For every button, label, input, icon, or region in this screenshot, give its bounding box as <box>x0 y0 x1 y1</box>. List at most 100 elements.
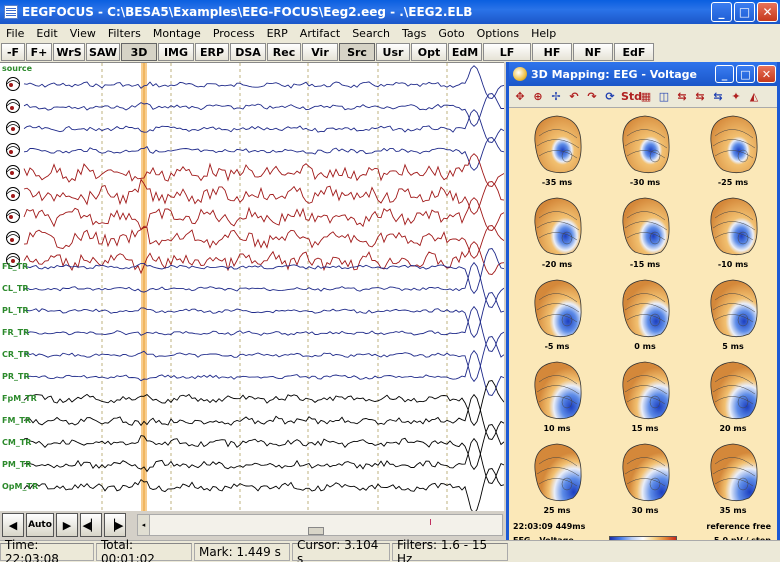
head-map-time-label: 5 ms <box>722 342 744 351</box>
map-tool-1-icon[interactable]: ⊕ <box>531 90 545 103</box>
channel-trace <box>23 335 504 383</box>
mapping-maximize-button[interactable]: □ <box>736 65 755 83</box>
toolbar-button-f[interactable]: -F <box>1 43 25 61</box>
head-map-icon <box>534 197 582 256</box>
toolbar-button-wrs[interactable]: WrS <box>53 43 85 61</box>
mapping-panel: 22:03:09 449ms EEG - Voltage reference f… <box>509 108 777 548</box>
map-tool-7-icon[interactable]: ▦ <box>639 90 653 103</box>
toolbar-button-hf[interactable]: HF <box>532 43 572 61</box>
head-map[interactable]: 10 ms <box>517 358 597 440</box>
head-map[interactable]: 25 ms <box>517 440 597 522</box>
head-map[interactable]: -5 ms <box>517 276 597 358</box>
scroll-thumb[interactable] <box>308 527 324 535</box>
menu-options[interactable]: Options <box>471 27 525 40</box>
source-head-icon[interactable] <box>4 230 22 246</box>
source-head-icon[interactable] <box>4 164 22 180</box>
source-head-icon[interactable] <box>4 120 22 136</box>
map-tool-11-icon[interactable]: ⇆ <box>711 90 725 103</box>
map-tool-13-icon[interactable]: ◭ <box>747 90 761 103</box>
source-head-icon[interactable] <box>4 208 22 224</box>
time-scrollbar[interactable]: ◂ <box>137 514 503 536</box>
maximize-button[interactable]: □ <box>734 2 755 22</box>
mapping-toolbar: ✥ ⊕ ✢ ↶ ↷ ⟳ Std ▦ ◫ ⇆ ⇆ ⇆ ✦ ◭ <box>509 86 777 108</box>
map-timestamp: 22:03:09 449ms <box>513 522 586 531</box>
mapping-minimize-button[interactable]: _ <box>715 65 734 83</box>
page-back-button[interactable]: ◀▏ <box>80 513 102 537</box>
head-map[interactable]: 20 ms <box>693 358 773 440</box>
toolbar-button-edm[interactable]: EdM <box>448 43 482 61</box>
head-map-icon <box>622 279 670 338</box>
close-button[interactable]: ✕ <box>757 2 778 22</box>
menu-search[interactable]: Search <box>346 27 396 40</box>
source-head-icon[interactable] <box>4 98 22 114</box>
head-map[interactable]: -15 ms <box>605 194 685 276</box>
toolbar-button-dsa[interactable]: DSA <box>230 43 266 61</box>
map-tool-10-icon[interactable]: ⇆ <box>693 90 707 103</box>
toolbar-button-opt[interactable]: Opt <box>411 43 447 61</box>
head-map[interactable]: 35 ms <box>693 440 773 522</box>
head-map[interactable]: -10 ms <box>693 194 773 276</box>
toolbar-button-3d[interactable]: 3D <box>121 43 157 61</box>
menu-file[interactable]: File <box>0 27 30 40</box>
source-head-icon[interactable] <box>4 76 22 92</box>
toolbar-button-vir[interactable]: Vir <box>302 43 338 61</box>
head-map-time-label: -35 ms <box>541 178 573 187</box>
map-tool-3-icon[interactable]: ↶ <box>567 90 581 103</box>
source-head-icon[interactable] <box>4 186 22 202</box>
map-tool-6-icon[interactable]: Std <box>621 90 642 103</box>
toolbar-button-src[interactable]: Src <box>339 43 375 61</box>
map-tool-4-icon[interactable]: ↷ <box>585 90 599 103</box>
channel-label-cl_tr: CL_TR <box>2 284 29 293</box>
menu-help[interactable]: Help <box>525 27 562 40</box>
head-map[interactable]: -25 ms <box>693 112 773 194</box>
head-map[interactable]: -35 ms <box>517 112 597 194</box>
auto-button[interactable]: Auto <box>26 513 54 537</box>
toolbar-button-edf[interactable]: EdF <box>614 43 654 61</box>
map-tool-8-icon[interactable]: ◫ <box>657 90 671 103</box>
toolbar-button-rec[interactable]: Rec <box>267 43 301 61</box>
head-map[interactable]: -30 ms <box>605 112 685 194</box>
toolbar-button-saw[interactable]: SAW <box>86 43 120 61</box>
menu-filters[interactable]: Filters <box>102 27 147 40</box>
eeg-trace-area[interactable]: source FL_TR CL_TR PL_TR FR_TR CR_TR PR_TR FpM… <box>0 62 504 512</box>
channel-trace <box>23 393 504 441</box>
head-map-time-label: -15 ms <box>629 260 661 269</box>
head-map[interactable]: 15 ms <box>605 358 685 440</box>
head-map-icon <box>534 361 582 420</box>
head-map[interactable]: 0 ms <box>605 276 685 358</box>
mapping-close-button[interactable]: ✕ <box>757 65 776 83</box>
channel-label-pm_tr: PM_TR <box>2 460 32 469</box>
page-forward-button[interactable]: ▕▶ <box>104 513 126 537</box>
scroll-left-button[interactable]: ◀ <box>2 513 24 537</box>
scroll-left-arrow-icon[interactable]: ◂ <box>138 515 150 535</box>
head-map[interactable]: 5 ms <box>693 276 773 358</box>
menu-process[interactable]: Process <box>207 27 261 40</box>
map-tool-0-icon[interactable]: ✥ <box>513 90 527 103</box>
toolbar-button-usr[interactable]: Usr <box>376 43 410 61</box>
menu-view[interactable]: View <box>64 27 102 40</box>
map-tool-9-icon[interactable]: ⇆ <box>675 90 689 103</box>
map-tool-5-icon[interactable]: ⟳ <box>603 90 617 103</box>
toolbar-button-f[interactable]: F+ <box>26 43 52 61</box>
toolbar-button-nf[interactable]: NF <box>573 43 613 61</box>
play-button[interactable]: ▶ <box>56 513 78 537</box>
minimize-button[interactable]: _ <box>711 2 732 22</box>
app-icon <box>4 5 18 19</box>
menu-artifact[interactable]: Artifact <box>294 27 346 40</box>
menu-goto[interactable]: Goto <box>432 27 470 40</box>
head-map-time-label: 30 ms <box>631 506 659 515</box>
menu-edit[interactable]: Edit <box>30 27 63 40</box>
source-head-icon[interactable] <box>4 142 22 158</box>
eeg-traces[interactable] <box>0 63 504 512</box>
menu-montage[interactable]: Montage <box>147 27 207 40</box>
map-tool-12-icon[interactable]: ✦ <box>729 90 743 103</box>
channel-trace <box>23 247 504 295</box>
map-tool-2-icon[interactable]: ✢ <box>549 90 563 103</box>
toolbar-button-erp[interactable]: ERP <box>195 43 229 61</box>
toolbar-button-img[interactable]: IMG <box>158 43 194 61</box>
head-map[interactable]: 30 ms <box>605 440 685 522</box>
toolbar-button-lf[interactable]: LF <box>483 43 531 61</box>
menu-erp[interactable]: ERP <box>261 27 294 40</box>
menu-tags[interactable]: Tags <box>396 27 432 40</box>
head-map[interactable]: -20 ms <box>517 194 597 276</box>
